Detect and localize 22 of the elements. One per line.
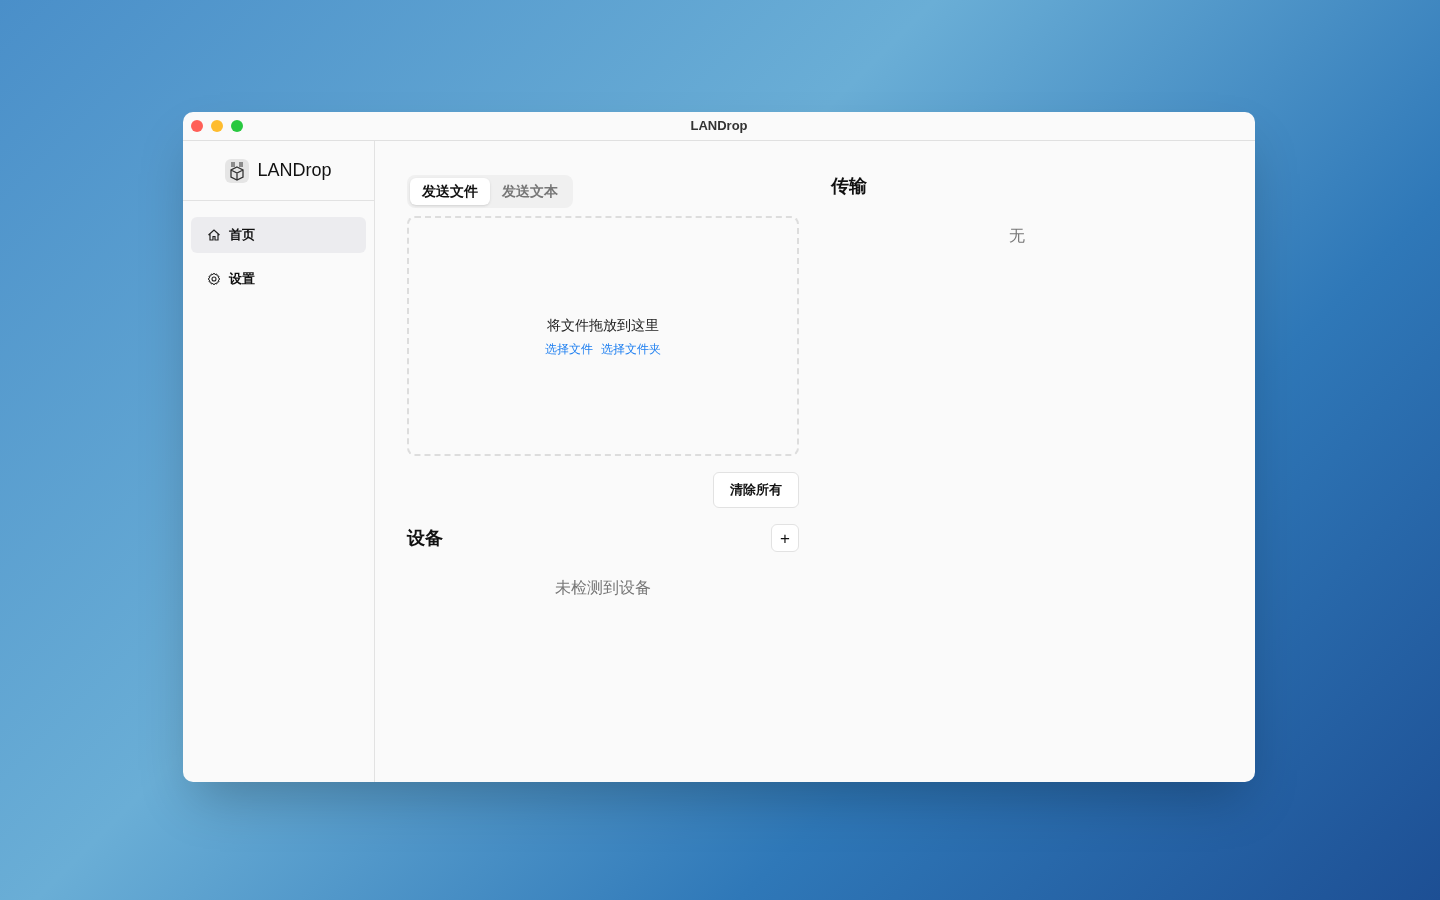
link[interactable]: 选择文件夹 (601, 339, 661, 358)
box-logo-icon (225, 158, 250, 183)
link[interactable]: 选择文件 (545, 339, 593, 358)
app-name: LANDrop (257, 159, 332, 182)
section-title: 传输 (831, 175, 868, 198)
minimize-button[interactable] (211, 120, 223, 132)
drop-zone[interactable]: 将文件拖放到这里 选择文件 选择文件夹 (407, 216, 799, 456)
zoom-button[interactable] (231, 120, 243, 132)
clear-all-button[interactable]: 清除所有 (713, 472, 799, 508)
sidebar-item[interactable]: 首页 (191, 217, 366, 253)
window-title: LANDrop (690, 117, 748, 136)
empty-message: 无 (1009, 226, 1025, 246)
sidebar-item[interactable]: 设置 (191, 261, 366, 297)
tab[interactable]: 发送文本 (490, 178, 570, 205)
drop-hint: 将文件拖放到这里 (547, 315, 659, 335)
settings-icon (207, 272, 221, 286)
home-icon (207, 228, 221, 242)
empty-message: 未检测到设备 (555, 578, 651, 598)
close-button[interactable] (191, 120, 203, 132)
tab[interactable]: 发送文件 (410, 178, 490, 205)
section-title: 设备 (407, 526, 443, 550)
add-button[interactable]: + (771, 524, 799, 552)
